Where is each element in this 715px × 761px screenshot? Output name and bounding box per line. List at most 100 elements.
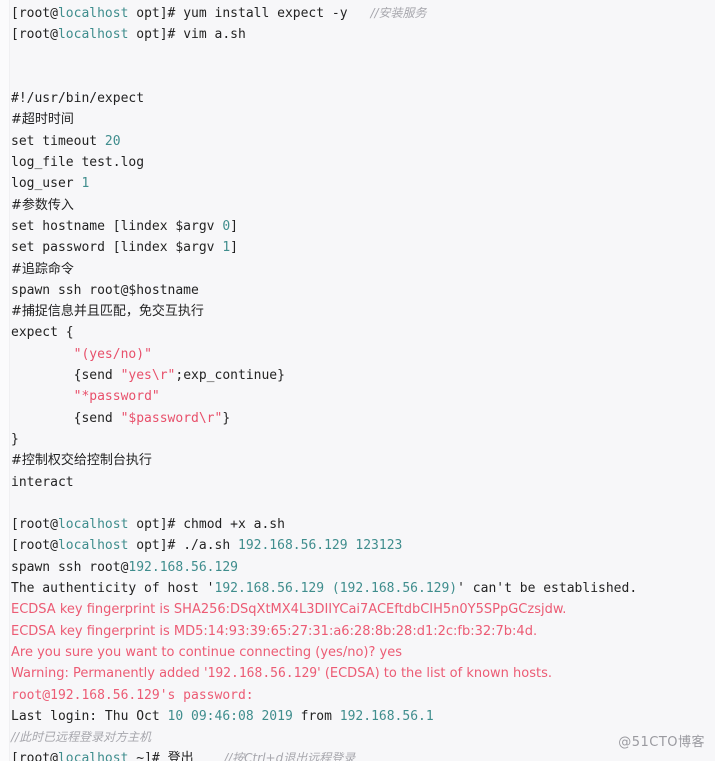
- terminal-line: [root@localhost opt]# yum install expect…: [11, 3, 715, 24]
- terminal-token-cjk: #捕捉信息并且匹配，免交互执行: [11, 304, 204, 320]
- terminal-token-cjk: #参数传入: [11, 197, 74, 213]
- terminal-line: {send "yes\r";exp_continue}: [11, 365, 715, 386]
- terminal-line: Are you sure you want to continue connec…: [11, 642, 715, 663]
- terminal-token-plain: set hostname [lindex $argv: [11, 218, 223, 234]
- terminal-line: #追踪命令: [11, 259, 715, 280]
- terminal-line: The authenticity of host '192.168.56.129…: [11, 578, 715, 599]
- terminal-token-red: "*password": [73, 389, 160, 405]
- terminal-line: set hostname [lindex $argv 0]: [11, 216, 715, 237]
- terminal-token-red: "$password\r": [120, 410, 223, 426]
- terminal-line: #捕捉信息并且匹配，免交互执行: [11, 301, 715, 322]
- terminal-token-plain: ]: [230, 218, 238, 234]
- terminal-token-plain: from: [292, 708, 340, 724]
- terminal-token-plain: opt]# chmod +x a.sh: [128, 517, 285, 533]
- terminal-token-red: "(yes/no)": [73, 346, 152, 362]
- terminal-token-teal: 09:46:08: [191, 708, 254, 724]
- terminal-token-gray: //此时已远程登录对方主机: [11, 730, 152, 745]
- terminal-screenshot: [root@localhost opt]# yum install expect…: [0, 0, 715, 761]
- terminal-token-plain: set timeout: [11, 133, 105, 149]
- terminal-token-redln: ' (ECDSA) to the list of known hosts.: [317, 666, 553, 682]
- terminal-token-plain: ' can't be established.: [457, 581, 638, 597]
- terminal-token-teal: localhost: [57, 751, 129, 761]
- terminal-token-plain: [root@: [11, 6, 58, 21]
- terminal-token-redln: ECDSA key fingerprint is MD5:14:93:39:65…: [11, 623, 538, 639]
- terminal-token-teal: 1: [81, 176, 90, 192]
- terminal-token-plain: log_user: [11, 176, 82, 192]
- site-watermark: @51CTO博客: [618, 734, 705, 750]
- terminal-line: Last login: Thu Oct 10 09:46:08 2019 fro…: [11, 706, 715, 727]
- terminal-token-plain: spawn ssh root@: [11, 559, 129, 575]
- terminal-token-teal: localhost: [57, 538, 129, 554]
- terminal-token-teal: localhost: [57, 517, 129, 533]
- terminal-token-teal: 123123: [355, 538, 403, 554]
- terminal-token-teal: 20: [104, 133, 121, 149]
- terminal-line: set timeout 20: [11, 131, 715, 152]
- terminal-token-plain: interact: [11, 474, 74, 490]
- terminal-token-plain: ;exp_continue}: [175, 368, 285, 384]
- terminal-token-plain: ]: [230, 240, 238, 256]
- terminal-line: [root@localhost opt]# chmod +x a.sh: [11, 514, 715, 535]
- terminal-token-cjk: 登出: [167, 751, 194, 761]
- terminal-token-teal: 192.168.56.129: [238, 538, 348, 554]
- terminal-line: "(yes/no)": [11, 344, 715, 365]
- terminal-token-gray: //安装服务: [347, 6, 427, 20]
- terminal-line: #!/usr/bin/expect: [11, 88, 715, 109]
- terminal-token-cjk: #控制权交给控制台执行: [11, 453, 152, 469]
- left-gutter-strip: [0, 0, 10, 761]
- terminal-line: "*password": [11, 386, 715, 407]
- terminal-token-redln-mono: 192.168.56.129: [207, 666, 318, 682]
- terminal-line: ECDSA key fingerprint is SHA256:DSqXtMX4…: [11, 599, 715, 620]
- terminal-token-plain: [root@: [11, 517, 58, 533]
- terminal-token-plain: set password [lindex $argv: [11, 240, 223, 256]
- terminal-token-plain: }: [222, 410, 231, 426]
- terminal-token-plain: [root@: [11, 27, 58, 43]
- terminal-line: //此时已远程登录对方主机: [11, 727, 715, 748]
- terminal-token-plain: [183, 709, 191, 724]
- terminal-token-plain: opt]# yum install expect -y: [128, 6, 348, 21]
- terminal-token-teal: 0: [222, 218, 231, 234]
- terminal-line: root@192.168.56.129's password:: [11, 685, 715, 706]
- terminal-line: [root@localhost opt]# vim a.sh: [11, 24, 715, 45]
- terminal-line: log_file test.log: [11, 152, 715, 173]
- terminal-token-plain: [root@: [11, 751, 58, 761]
- terminal-token-plain: opt]# ./a.sh: [128, 538, 238, 554]
- terminal-line: {send "$password\r"}: [11, 408, 715, 429]
- terminal-token-redln: Warning: Permanently added ': [11, 666, 208, 682]
- terminal-line: [root@localhost opt]# ./a.sh 192.168.56.…: [11, 535, 715, 556]
- terminal-token-plain: expect {: [11, 325, 74, 341]
- terminal-line: ECDSA key fingerprint is MD5:14:93:39:65…: [11, 621, 715, 642]
- terminal-token-teal: 10: [167, 708, 184, 724]
- terminal-token-plain: #!/usr/bin/expect: [11, 91, 145, 107]
- terminal-line: Warning: Permanently added '192.168.56.1…: [11, 663, 715, 684]
- terminal-line: expect {: [11, 322, 715, 343]
- terminal-token-plain: [root@: [11, 538, 58, 554]
- terminal-line: #超时时间: [11, 109, 715, 130]
- terminal-token-plain: Last login: Thu Oct: [11, 708, 168, 724]
- terminal-token-plain: }: [11, 431, 19, 447]
- terminal-token-plain: opt]# vim a.sh: [128, 27, 246, 43]
- terminal-token-plain: {send: [11, 410, 121, 426]
- terminal-line: #参数传入: [11, 195, 715, 216]
- terminal-output: [root@localhost opt]# yum install expect…: [11, 3, 715, 761]
- terminal-token-red: "yes\r": [120, 368, 176, 384]
- terminal-token-plain: spawn ssh root@$hostname: [11, 282, 199, 298]
- terminal-token-cjk: #超时时间: [11, 112, 74, 128]
- terminal-token-redln: Are you sure you want to continue connec…: [11, 644, 402, 660]
- terminal-token-teal: 192.168.56.129 (192.168.56.129): [214, 581, 458, 597]
- terminal-line: spawn ssh root@$hostname: [11, 280, 715, 301]
- terminal-token-teal: 192.168.56.1: [339, 708, 434, 724]
- terminal-token-gray: //按Ctrl+d退出远程登录: [193, 751, 356, 761]
- terminal-line: }: [11, 429, 715, 450]
- terminal-line: spawn ssh root@192.168.56.129: [11, 557, 715, 578]
- terminal-line: set password [lindex $argv 1]: [11, 237, 715, 258]
- terminal-token-plain: ~]#: [128, 751, 168, 761]
- terminal-token-plain: log_file test.log: [11, 155, 145, 171]
- terminal-line: #控制权交给控制台执行: [11, 450, 715, 471]
- terminal-token-redln: ECDSA key fingerprint is SHA256:DSqXtMX4…: [11, 602, 567, 618]
- terminal-token-teal: localhost: [57, 6, 129, 21]
- terminal-token-teal: 192.168.56.129: [128, 559, 238, 575]
- terminal-token-cjk: #追踪命令: [11, 261, 74, 277]
- terminal-token-plain: The authenticity of host ': [11, 581, 215, 597]
